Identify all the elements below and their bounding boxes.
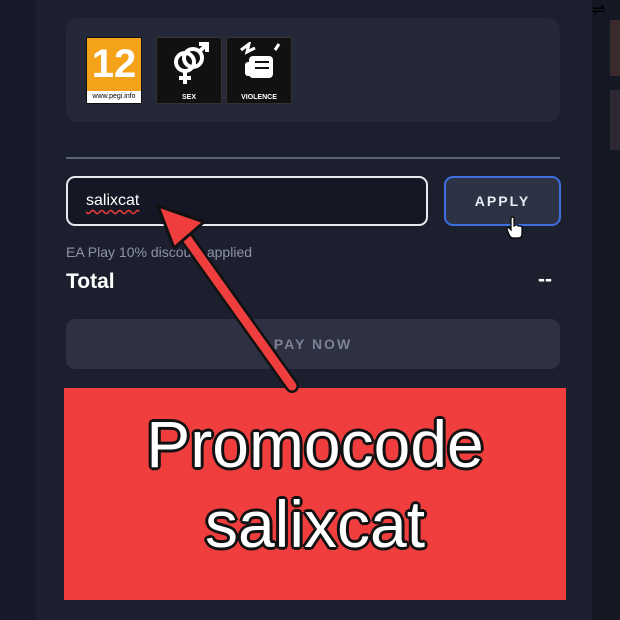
left-gutter [0,0,36,620]
thumbnail[interactable] [610,90,620,150]
fist-icon [240,42,281,78]
total-label: Total [66,270,115,293]
apply-button[interactable]: APPLY [444,176,561,226]
sex-descriptor-icon: SEX [156,37,222,104]
promo-annotation-banner: Promocode salixcat [64,388,566,600]
promo-code-input[interactable]: salixcat [66,176,428,226]
descriptor-label: VIOLENCE [241,94,277,101]
thumbnail[interactable] [610,20,620,76]
banner-title: Promocode [146,407,484,481]
age-rating: 12 [91,42,137,86]
hand-cursor-icon [506,216,523,239]
violence-descriptor-icon: VIOLENCE [226,37,292,104]
pegi-url: www.pegi.info [87,91,141,103]
divider [66,157,560,159]
banner-code: salixcat [204,487,426,561]
discount-note: EA Play 10% discount applied [66,244,253,260]
right-sidebar-strip [592,0,620,620]
pay-now-button[interactable]: PAY NOW [66,319,560,369]
total-value: -- [538,268,552,291]
descriptor-label: SEX [181,94,196,101]
gender-symbols-icon [174,42,209,84]
pegi-rating-badge: 12 www.pegi.info [86,37,142,104]
menu-icon: ⇌ [592,2,606,19]
promo-code-value: salixcat [86,192,140,209]
